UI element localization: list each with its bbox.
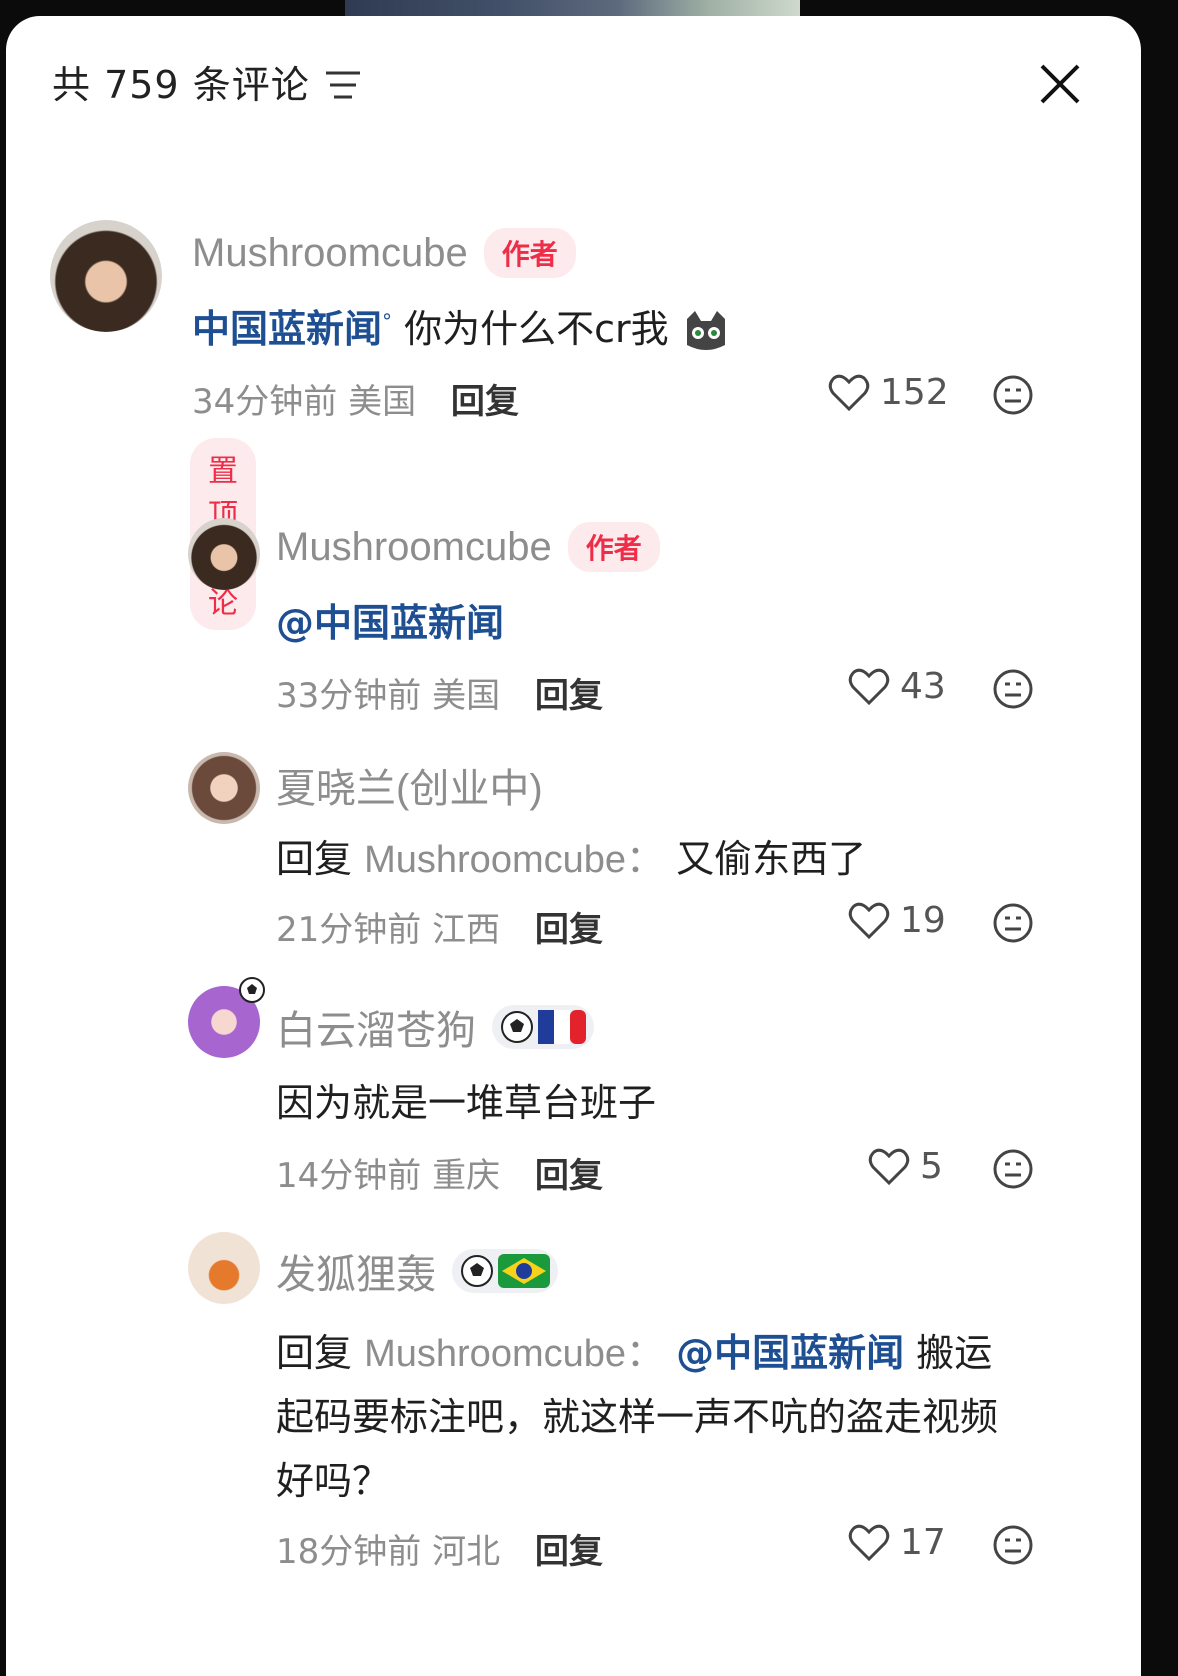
- comment-text-line-1: 回复 Mushroomcube： @中国蓝新闻 搬运: [276, 1331, 993, 1375]
- avatar[interactable]: [50, 220, 162, 332]
- mention-link[interactable]: @中国蓝新闻: [276, 601, 504, 645]
- dislike-face-icon[interactable]: [992, 902, 1034, 944]
- username[interactable]: Mushroomcube: [192, 231, 468, 276]
- comment-text: 因为就是一堆草台班子: [276, 1072, 656, 1127]
- comment-text: 回复 Mushroomcube： 又偷东西了: [276, 837, 867, 881]
- like-count: 17: [900, 1522, 946, 1563]
- author-badge: 作者: [483, 228, 576, 278]
- comment-count-title: 共 759 条评论: [52, 63, 310, 107]
- comments-header: 共 759 条评论: [6, 16, 1141, 146]
- reply-prefix: 回复: [276, 837, 353, 881]
- like-button[interactable]: 5: [868, 1146, 943, 1187]
- close-icon[interactable]: [1036, 60, 1084, 108]
- brazil-flag-icon: [498, 1254, 550, 1288]
- france-flag-icon: [538, 1010, 586, 1044]
- timestamp: 33分钟前: [276, 676, 422, 716]
- author-badge: 作者: [567, 522, 660, 572]
- comment-meta: 33分钟前 美国 回复: [276, 668, 603, 717]
- team-badge: [492, 1005, 594, 1049]
- search-icon[interactable]: °: [382, 309, 392, 333]
- heart-icon: [848, 902, 890, 939]
- soccer-ball-icon: [239, 977, 265, 1003]
- avatar[interactable]: [188, 752, 260, 824]
- username[interactable]: Mushroomcube: [276, 525, 552, 570]
- location: 重庆: [432, 1156, 501, 1196]
- mention-link[interactable]: @中国蓝新闻: [676, 1331, 904, 1375]
- like-count: 152: [880, 372, 949, 413]
- timestamp: 34分钟前: [192, 382, 338, 422]
- timestamp: 14分钟前: [276, 1156, 422, 1196]
- reply-button[interactable]: 回复: [535, 1156, 603, 1196]
- location: 美国: [432, 676, 501, 716]
- comment-meta: 14分钟前 重庆 回复: [276, 1148, 603, 1197]
- comments-sheet: 共 759 条评论 Mushroomcube 作者 中国蓝新闻° 你为什么不cr…: [6, 16, 1141, 1676]
- comment-header: 夏晓兰(创业中): [276, 756, 543, 814]
- reply-button[interactable]: 回复: [535, 676, 603, 716]
- like-count: 5: [920, 1146, 943, 1187]
- soccer-ball-icon: [461, 1255, 493, 1287]
- comment-header: 白云溜苍狗: [276, 998, 594, 1056]
- comment-header: Mushroomcube 作者: [192, 228, 576, 278]
- location: 美国: [348, 382, 417, 422]
- comment-header: Mushroomcube 作者: [276, 522, 660, 572]
- dislike-face-icon[interactable]: [992, 668, 1034, 710]
- comment-body: 你为什么不cr我: [404, 307, 669, 351]
- cat-sticker-icon: [686, 310, 725, 350]
- heart-icon: [828, 374, 870, 411]
- like-button[interactable]: 152: [828, 372, 949, 413]
- location: 河北: [432, 1532, 501, 1572]
- reply-target-username[interactable]: Mushroomcube: [364, 839, 626, 881]
- location: 江西: [432, 910, 501, 950]
- reply-target-username[interactable]: Mushroomcube: [364, 1333, 626, 1375]
- avatar[interactable]: [188, 518, 260, 590]
- reply-button[interactable]: 回复: [535, 910, 603, 950]
- username[interactable]: 夏晓兰(创业中): [276, 756, 543, 814]
- avatar[interactable]: [188, 1232, 260, 1304]
- reply-prefix: 回复: [276, 1331, 353, 1375]
- filter-icon[interactable]: [324, 68, 362, 102]
- comment-header: 发狐狸轰: [276, 1242, 558, 1300]
- comment-body: 因为就是一堆草台班子: [276, 1081, 657, 1125]
- like-button[interactable]: 17: [848, 1522, 946, 1563]
- username[interactable]: 白云溜苍狗: [276, 998, 476, 1056]
- timestamp: 21分钟前: [276, 910, 422, 950]
- dislike-face-icon[interactable]: [992, 374, 1034, 416]
- heart-icon: [848, 668, 890, 705]
- mention-link[interactable]: 中国蓝新闻: [192, 307, 382, 351]
- comment-meta: 34分钟前 美国 回复: [192, 374, 519, 423]
- reply-button[interactable]: 回复: [451, 382, 519, 422]
- dislike-face-icon[interactable]: [992, 1524, 1034, 1566]
- comment-body: 搬运: [916, 1331, 993, 1375]
- comment-meta: 18分钟前 河北 回复: [276, 1524, 603, 1573]
- comment-text-line-3: 好吗？: [276, 1459, 391, 1503]
- like-count: 19: [900, 900, 946, 941]
- username[interactable]: 发狐狸轰: [276, 1242, 436, 1300]
- heart-icon: [848, 1524, 890, 1561]
- comment-meta: 21分钟前 江西 回复: [276, 902, 603, 951]
- dislike-face-icon[interactable]: [992, 1148, 1034, 1190]
- like-button[interactable]: 19: [848, 900, 946, 941]
- comment-text: @中国蓝新闻: [276, 592, 504, 647]
- like-count: 43: [900, 666, 946, 707]
- comment-body: 又偷东西了: [676, 837, 867, 881]
- team-badge: [452, 1249, 558, 1293]
- reply-button[interactable]: 回复: [535, 1532, 603, 1572]
- soccer-ball-icon: [501, 1011, 533, 1043]
- heart-icon: [868, 1148, 910, 1185]
- comment-text: 中国蓝新闻° 你为什么不cr我: [192, 298, 731, 355]
- timestamp: 18分钟前: [276, 1532, 422, 1572]
- comment-text-line-2: 起码要标注吧，就这样一声不吭的盗走视频: [276, 1395, 999, 1439]
- like-button[interactable]: 43: [848, 666, 946, 707]
